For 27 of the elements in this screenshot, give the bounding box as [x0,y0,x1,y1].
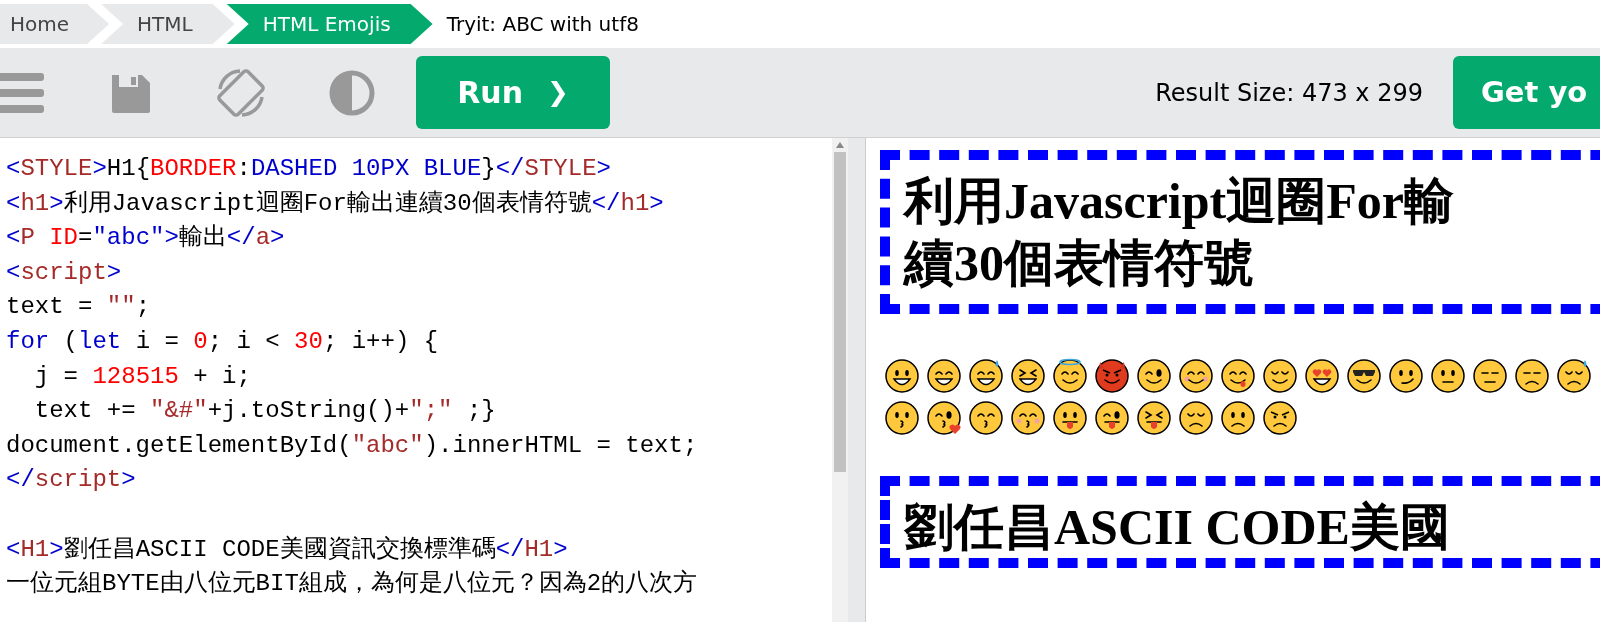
result-heading: 劉任昌ASCII CODE美國 [904,498,1450,557]
run-button[interactable]: Run ❯ [416,56,610,129]
code-line: text += "&#"+j.toString()+";" ;} [33,396,496,427]
menu-icon[interactable] [0,70,44,115]
result-size-text: Result Size: 473 x 299 [1155,77,1423,109]
result-heading: 續30個表情符號 [904,234,1254,293]
breadcrumb-link[interactable]: HTML [101,4,235,44]
code-line: text = ""; [6,292,151,323]
breadcrumb-link[interactable]: HTML Emojis [226,4,433,44]
code-line: for (let i = 0; i < 30; i++) { [6,326,439,357]
breadcrumb-link[interactable]: Home [0,4,110,44]
scroll-up-arrow-icon[interactable] [836,142,844,148]
code-line: 一位元組BYTE由八位元BIT組成，為何是八位元？因為2的八次方 [6,568,698,600]
code-line: <P ID="abc">輸出</a> [6,223,285,254]
code-line: </script> [6,465,136,496]
contrast-icon[interactable] [328,68,376,117]
scrollbar[interactable] [832,138,848,622]
get-button[interactable]: Get yo [1453,56,1600,129]
code-line: <h1>利用Javascript迴圈For輸出連續30個表情符號</h1> [6,188,664,219]
page-title: Tryit: ABC with utf8 [446,11,639,38]
code-line: <script> [6,257,122,288]
code-line: document.getElementById("abc").innerHTML = text; [6,430,698,461]
code-line: j = 128515 + i; [33,361,251,392]
code-line: <H1>劉任昌ASCII CODE美國資訊交換標準碼</H1> [6,534,568,565]
code-line: <STYLE>H1{BORDER:DASHED 10PX BLUE}</STYLE> [6,154,611,184]
result-heading: 利用Javascript迴圈For輸 [904,172,1454,231]
scrollbar-thumb[interactable] [834,152,846,472]
